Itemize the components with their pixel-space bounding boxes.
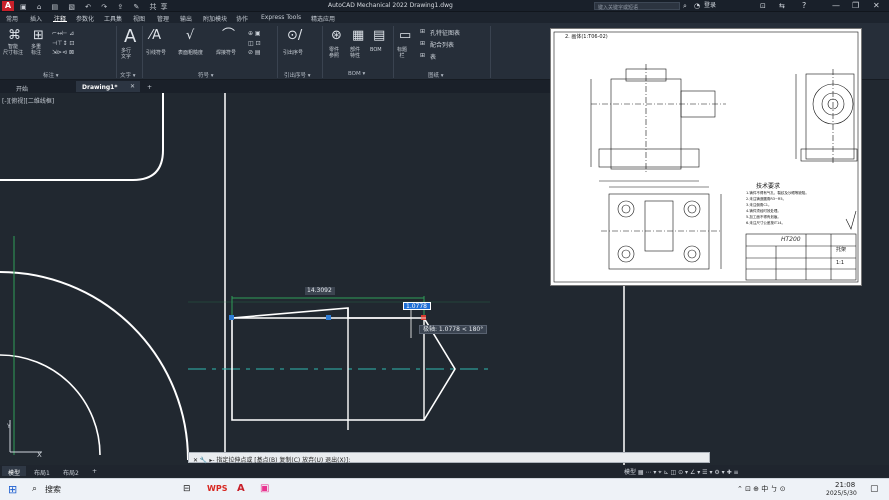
autocad-app-icon[interactable]: A <box>237 484 245 494</box>
layout-tab-layout1[interactable]: 布局1 <box>28 466 56 477</box>
notification-icon[interactable]: ▢ <box>870 485 879 494</box>
tech-requirements-title: 技术要求 <box>756 183 781 190</box>
tech-line: 5.加工面不得有划痕。 <box>746 215 781 219</box>
task-view-icon[interactable]: ⊟ <box>183 485 191 494</box>
layout-tab-layout2[interactable]: 布局2 <box>57 466 85 477</box>
polar-tooltip: 极轴: 1.0778 < 180° <box>419 325 488 334</box>
layout-tab-model[interactable]: 模型 <box>2 466 27 477</box>
taskbar-search-label[interactable]: 搜索 <box>45 486 61 494</box>
tech-line: 1.铸件不得有气孔、裂纹及沙眼等缺陷。 <box>746 191 809 195</box>
reference-heading: 2. 画体(1:T06-02) <box>565 34 608 40</box>
svg-text:Y: Y <box>6 423 11 430</box>
tech-line: 2.未注铸造圆角R3~R5。 <box>746 197 787 201</box>
taskbar-search-icon[interactable]: ⌕ <box>32 485 37 494</box>
system-tray[interactable]: ⌃ ⊡ ⊕ 中 ㄅ ⊙ <box>737 486 786 493</box>
title-block-material: HT200 <box>781 236 801 243</box>
layout-tabbar <box>0 465 889 477</box>
dimension-length-box: 14.3092 <box>305 287 335 295</box>
app-icon[interactable]: ▣ <box>260 484 269 494</box>
wps-app-icon[interactable]: WPS <box>207 485 227 493</box>
status-bar-tools[interactable]: 模型 ▦ ⋯ ▾ ⌖ ⊾ ◫ ⊙ ▾ ∠ ▾ ☰ ▾ ⚙ ▾ ✚ ≡ <box>624 467 739 477</box>
tech-line: 3.未注倒角C1。 <box>746 203 772 207</box>
windows-taskbar: ⊞ ⌕ 搜索 ⊟ WPS A ▣ ⌃ ⊡ ⊕ 中 ㄅ ⊙ 21:08 2025/… <box>0 478 889 500</box>
command-line[interactable]: ✕ 🔧 ▸- 指定拉伸点或 [基点(B) 复制(C) 放弃(U) 退出(X)]: <box>188 452 710 464</box>
clock-date[interactable]: 2025/5/30 <box>826 491 857 497</box>
autocad-window: A ▣ ⌂ ▤ ▧ ↶ ↷ ⇪ ✎ 共享 AutoCAD Mechanical … <box>0 0 889 500</box>
clock-time[interactable]: 21:08 <box>835 482 855 489</box>
reference-drawing-image: 2. 画体(1:T06-02) 技术要求 1.铸件不得有气孔、裂纹及沙眼等缺陷。… <box>550 28 862 286</box>
start-button[interactable]: ⊞ <box>8 484 17 495</box>
tech-line: 4.铸件须经时效处理。 <box>746 209 781 213</box>
title-block-scale: 1:1 <box>836 260 845 266</box>
dynamic-input-field[interactable]: 1.0778 <box>403 302 431 310</box>
tech-line: 6.未注尺寸公差按IT14。 <box>746 221 785 225</box>
layout-tab-add[interactable]: + <box>86 466 103 476</box>
title-block-name: 托架 <box>836 247 847 253</box>
svg-text:X: X <box>37 451 42 459</box>
reference-drawing-lines <box>553 31 859 283</box>
